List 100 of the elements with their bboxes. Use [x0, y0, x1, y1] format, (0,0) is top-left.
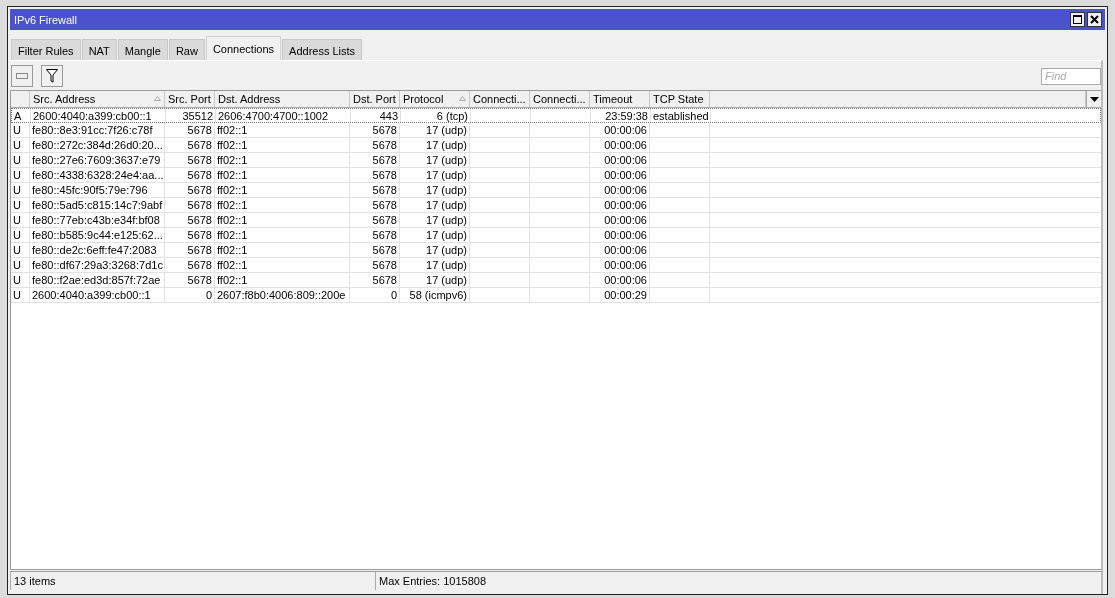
tab[interactable]: Filter Rules: [11, 39, 81, 60]
tab[interactable]: NAT: [81, 39, 117, 60]
table-cell: 00:00:06: [604, 184, 647, 196]
table-row[interactable]: U fe80::8e3:91cc:7f26:c78f 5678 ff02::1 5678 17 (udp) 00:00:06: [11, 123, 1101, 138]
table-cell: 5678: [372, 199, 397, 211]
table-cell: 2606:4700:4700::1002: [218, 109, 329, 122]
table-cell: established: [653, 109, 709, 122]
table-cell: 00:00:29: [604, 289, 647, 301]
tab[interactable]: Mangle: [117, 39, 168, 60]
table-row[interactable]: U fe80::4338:6328:24e4:aa... 5678 ff02::1 5678 17 (udp) 00:00:06: [11, 168, 1101, 183]
table-cell: fe80::77eb:c43b:e34f:bf08: [32, 214, 160, 226]
table-cell: 17 (udp): [426, 124, 467, 136]
table-cell: 5678: [187, 139, 212, 151]
table-cell: 17 (udp): [426, 169, 467, 181]
tab[interactable]: Raw: [168, 39, 205, 60]
tab[interactable]: Address Lists: [282, 39, 363, 60]
table-cell: fe80::de2c:6eff:fe47:2083: [32, 244, 157, 256]
table-cell: 5678: [187, 169, 212, 181]
search-field[interactable]: Find: [1041, 67, 1101, 85]
table-row[interactable]: U 2600:4040:a399:cb00::1 0 2607:f8b0:4006:809::200e 0 58 (icmpv6) 00:00:29: [11, 288, 1101, 303]
table-row[interactable]: U fe80::f2ae:ed3d:857f:72ae 5678 ff02::1 5678 17 (udp) 00:00:06: [11, 273, 1101, 288]
status-text: Max Entries: 1015808: [379, 575, 486, 587]
table-cell: fe80::df67:29a3:3268:7d1c: [32, 259, 163, 271]
table-cell: 5678: [372, 139, 397, 151]
table-cell: ff02::1: [217, 154, 248, 166]
table-cell: U: [13, 214, 21, 226]
table-cell: ff02::1: [217, 259, 248, 271]
table-cell: U: [13, 184, 21, 196]
column-header[interactable]: Src. Port: [165, 91, 215, 107]
table-cell: 5678: [187, 259, 212, 271]
table-cell: 2600:4040:a399:cb00::1: [33, 109, 152, 122]
table-row[interactable]: A 2600:4040:a399:cb00::1 35512 2606:4700:4700::1002 443 6 (tcp) 23:59:38 established: [11, 108, 1101, 123]
table-cell: U: [13, 154, 21, 166]
table-cell: 5678: [187, 154, 212, 166]
table-cell: fe80::4338:6328:24e4:aa...: [32, 169, 164, 181]
table-cell: 5678: [372, 154, 397, 166]
column-menu-button[interactable]: [1086, 91, 1101, 107]
column-header[interactable]: Connecti...: [470, 91, 530, 107]
table-cell: 5678: [372, 229, 397, 241]
table-cell: 5678: [187, 214, 212, 226]
table-cell: U: [13, 259, 21, 271]
maximize-icon: [1073, 15, 1082, 24]
table-cell: fe80::5ad5:c815:14c7:9abf: [32, 199, 163, 211]
table-cell: 17 (udp): [426, 259, 467, 271]
table-row[interactable]: U fe80::df67:29a3:3268:7d1c 5678 ff02::1 5678 17 (udp) 00:00:06: [11, 258, 1101, 273]
remove-button[interactable]: [11, 65, 33, 87]
table-cell: ff02::1: [217, 199, 248, 211]
table-row[interactable]: U fe80::77eb:c43b:e34f:bf08 5678 ff02::1 5678 17 (udp) 00:00:06: [11, 213, 1101, 228]
table-cell: 5678: [187, 124, 212, 136]
table-row[interactable]: U fe80::5ad5:c815:14c7:9abf 5678 ff02::1 5678 17 (udp) 00:00:06: [11, 198, 1101, 213]
table-cell: fe80::f2ae:ed3d:857f:72ae: [32, 274, 161, 286]
minus-icon: [16, 73, 28, 79]
table-cell: 5678: [372, 184, 397, 196]
table-cell: U: [13, 124, 21, 136]
table-cell: U: [13, 199, 21, 211]
table-cell: 0: [390, 289, 397, 301]
table-row[interactable]: U fe80::b585:9c44:e125:62... 5678 ff02::1 5678 17 (udp) 00:00:06: [11, 228, 1101, 243]
table-cell: ff02::1: [217, 229, 248, 241]
table-cell: 00:00:06: [604, 229, 647, 241]
table-cell: 5678: [372, 214, 397, 226]
table-cell: 5678: [372, 259, 397, 271]
maximize-button[interactable]: [1070, 12, 1085, 27]
table-cell: 35512: [182, 109, 213, 122]
table-cell: 00:00:06: [604, 169, 647, 181]
window-title: IPv6 Firewall: [14, 13, 77, 26]
table-row[interactable]: U fe80::45fc:90f5:79e:796 5678 ff02::1 5678 17 (udp) 00:00:06: [11, 183, 1101, 198]
table-cell: ff02::1: [217, 184, 248, 196]
table-cell: fe80::b585:9c44:e125:62...: [32, 229, 163, 241]
table-cell: 00:00:06: [604, 214, 647, 226]
column-header[interactable]: Protocol: [400, 91, 470, 107]
table-cell: 23:59:38: [605, 109, 648, 122]
table-cell: 2600:4040:a399:cb00::1: [32, 289, 151, 301]
table-cell: 5678: [372, 124, 397, 136]
table-cell: 00:00:06: [604, 139, 647, 151]
table-cell: 17 (udp): [426, 214, 467, 226]
column-header[interactable]: Dst. Port: [350, 91, 400, 107]
column-header[interactable]: Connecti...: [530, 91, 590, 107]
table-cell: fe80::45fc:90f5:79e:796: [32, 184, 148, 196]
tab[interactable]: Connections: [205, 36, 282, 60]
column-header[interactable]: TCP State: [650, 91, 710, 107]
table-cell: U: [13, 289, 21, 301]
table-cell: 17 (udp): [426, 139, 467, 151]
column-header[interactable]: Timeout: [590, 91, 650, 107]
filter-button[interactable]: [41, 65, 63, 87]
table-cell: 00:00:06: [604, 244, 647, 256]
table-cell: 5678: [187, 184, 212, 196]
column-header[interactable]: Src. Address: [30, 91, 165, 107]
table-cell: 58 (icmpv6): [409, 289, 467, 301]
table-cell: 17 (udp): [426, 244, 467, 256]
table-row[interactable]: U fe80::272c:384d:26d0:20... 5678 ff02::1 5678 17 (udp) 00:00:06: [11, 138, 1101, 153]
table-cell: 5678: [372, 244, 397, 256]
table-cell: 2607:f8b0:4006:809::200e: [217, 289, 346, 301]
table-cell: ff02::1: [217, 214, 248, 226]
table-cell: A: [14, 109, 22, 122]
table-row[interactable]: U fe80::de2c:6eff:fe47:2083 5678 ff02::1 5678 17 (udp) 00:00:06: [11, 243, 1101, 258]
column-header[interactable]: Dst. Address: [215, 91, 350, 107]
close-button[interactable]: [1087, 12, 1102, 27]
table-cell: 00:00:06: [604, 199, 647, 211]
table-row[interactable]: U fe80::27e6:7609:3637:e79 5678 ff02::1 5678 17 (udp) 00:00:06: [11, 153, 1101, 168]
table-cell: ff02::1: [217, 169, 248, 181]
